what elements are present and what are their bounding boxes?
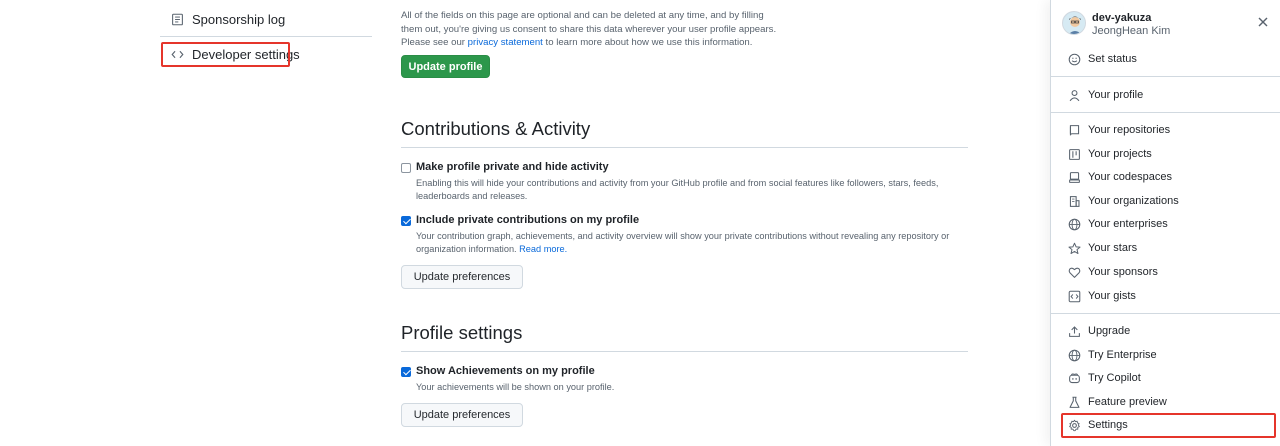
menu-item-label: Your codespaces [1088, 171, 1172, 183]
code-square-icon [1068, 290, 1081, 303]
codespaces-icon [1068, 171, 1081, 184]
smiley-icon [1068, 53, 1081, 66]
menu-item-try-enterprise[interactable]: Try Enterprise [1062, 344, 1274, 366]
menu-item-label: Your sponsors [1088, 266, 1158, 278]
option-description: Your achievements will be shown on your … [416, 382, 615, 392]
menu-item-your-projects[interactable]: Your projects [1062, 143, 1274, 165]
menu-item-set-status[interactable]: Set status [1062, 48, 1274, 70]
option-description: Enabling this will hide your contributio… [416, 178, 939, 201]
option-label: Include private contributions on my prof… [416, 214, 640, 226]
organization-icon [1068, 195, 1081, 208]
private-profile-checkbox[interactable] [401, 163, 411, 173]
avatar[interactable] [1062, 11, 1086, 35]
log-icon [170, 12, 184, 26]
menu-item-your-stars[interactable]: Your stars [1062, 237, 1274, 259]
menu-item-label: Try Copilot [1088, 372, 1141, 384]
sidebar-divider [160, 36, 372, 37]
log-icon [170, 0, 182, 2]
menu-item-label: Set status [1088, 53, 1137, 65]
beaker-icon [1068, 396, 1081, 409]
gear-icon [1068, 419, 1081, 432]
user-login: dev-yakuza [1092, 12, 1152, 24]
option-description: Your contribution graph, achievements, a… [416, 230, 976, 256]
menu-item-label: Your stars [1088, 242, 1138, 254]
sidebar-item-cut [170, 0, 290, 2]
menu-divider [1051, 313, 1280, 314]
star-icon [1068, 242, 1081, 255]
globe-icon [1068, 218, 1081, 231]
sidebar-item-sponsorship-log[interactable]: Sponsorship log [160, 6, 372, 32]
menu-item-label: Your organizations [1088, 195, 1179, 207]
menu-item-label: Your gists [1088, 290, 1136, 302]
privacy-statement-link[interactable]: privacy statement [468, 37, 543, 48]
globe-icon [1068, 349, 1081, 362]
private-contributions-checkbox[interactable] [401, 216, 411, 226]
menu-divider [1051, 76, 1280, 77]
menu-item-label: Your repositories [1088, 124, 1171, 136]
menu-item-label: Feature preview [1088, 396, 1167, 408]
menu-item-label: Your projects [1088, 148, 1152, 160]
sidebar-item-label: Sponsorship log [192, 11, 286, 27]
menu-item-your-gists[interactable]: Your gists [1062, 285, 1274, 307]
menu-item-label: Your profile [1088, 89, 1144, 101]
sidebar-item-developer-settings[interactable]: Developer settings [160, 41, 372, 67]
menu-item-label: Settings [1088, 419, 1128, 431]
section-divider [401, 351, 968, 352]
update-preferences-button[interactable]: Update preferences [401, 265, 523, 289]
user-menu-drawer: dev-yakuza JeongHean Kim Set status Your… [1050, 0, 1280, 446]
menu-item-label: Try Enterprise [1088, 349, 1157, 361]
menu-item-try-copilot[interactable]: Try Copilot [1062, 367, 1274, 389]
menu-item-your-organizations[interactable]: Your organizations [1062, 190, 1274, 212]
profile-settings-heading: Profile settings [401, 322, 523, 343]
upload-icon [1068, 325, 1081, 338]
option-description-text: Your contribution graph, achievements, a… [416, 231, 950, 254]
menu-item-your-profile[interactable]: Your profile [1062, 84, 1274, 106]
show-achievements-checkbox[interactable] [401, 367, 411, 377]
person-icon [1068, 89, 1081, 102]
user-full-name: JeongHean Kim [1092, 25, 1171, 37]
option-label: Show Achievements on my profile [416, 365, 595, 377]
option-label: Make profile private and hide activity [416, 161, 609, 173]
update-profile-button[interactable]: Update profile [401, 55, 490, 78]
menu-item-your-sponsors[interactable]: Your sponsors [1062, 261, 1274, 283]
menu-divider [1051, 112, 1280, 113]
heart-icon [1068, 266, 1081, 279]
menu-item-feature-preview[interactable]: Feature preview [1062, 391, 1274, 413]
menu-item-label: Upgrade [1088, 325, 1131, 337]
contributions-heading: Contributions & Activity [401, 118, 591, 139]
menu-item-label: Your enterprises [1088, 218, 1168, 230]
close-icon[interactable] [1255, 14, 1271, 30]
menu-item-your-codespaces[interactable]: Your codespaces [1062, 166, 1274, 188]
project-icon [1068, 148, 1081, 161]
menu-item-your-repositories[interactable]: Your repositories [1062, 119, 1274, 141]
copilot-icon [1068, 372, 1081, 385]
intro-text-after: to learn more about how we use this info… [542, 37, 753, 48]
menu-item-upgrade[interactable]: Upgrade [1062, 320, 1274, 342]
menu-item-your-enterprises[interactable]: Your enterprises [1062, 213, 1274, 235]
menu-item-settings[interactable]: Settings [1062, 414, 1274, 436]
update-preferences-button[interactable]: Update preferences [401, 403, 523, 427]
code-icon [170, 47, 184, 61]
intro-text: All of the fields on this page are optio… [401, 9, 781, 50]
section-divider [401, 147, 968, 148]
sidebar-item-label: Developer settings [192, 46, 300, 62]
read-more-link[interactable]: Read more. [519, 244, 567, 254]
repo-icon [1068, 124, 1081, 137]
